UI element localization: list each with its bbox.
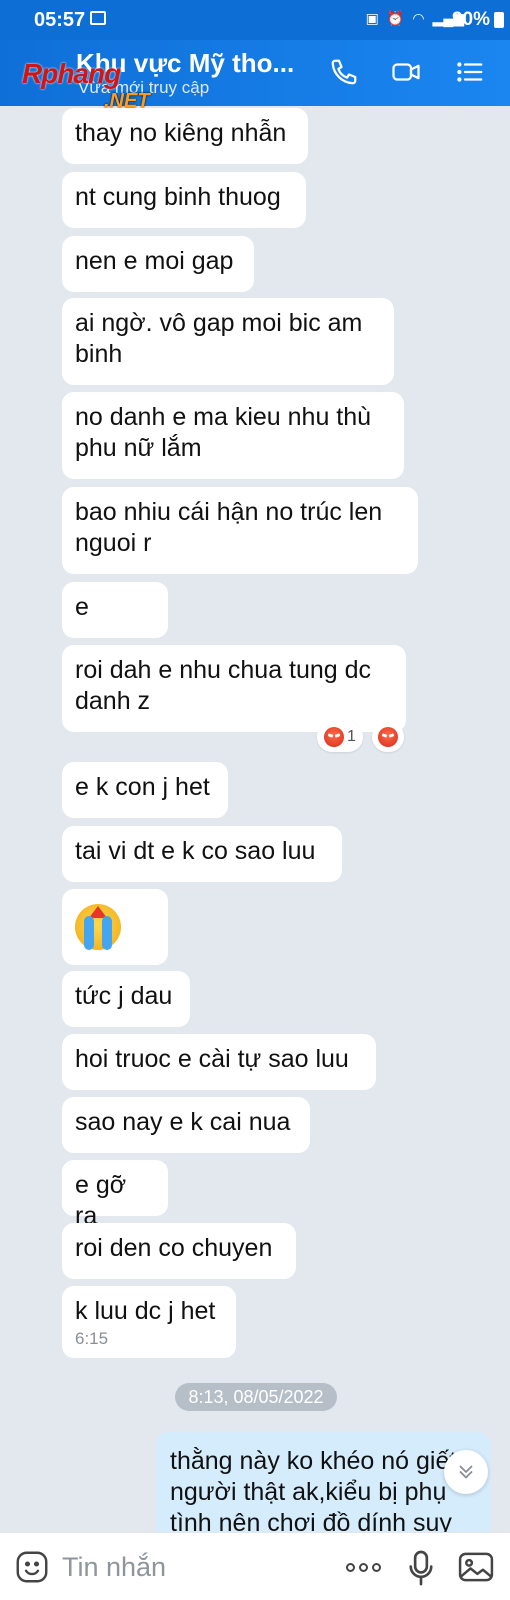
message-text: hoi truoc e cài tự sao luu bbox=[75, 1045, 349, 1073]
message-time: 6:15 bbox=[75, 1329, 109, 1348]
message-bubble[interactable]: ai ngờ. vô gap moi bic am binh bbox=[62, 298, 394, 385]
message-text: tai vi dt e k co sao luu bbox=[75, 837, 316, 865]
status-bar: 05:57 ▣ ⏰ ◠ ▂▄▆ 90% bbox=[0, 0, 510, 40]
outgoing-message-bubble[interactable]: thằng này ko khéo nó giết người thật ak,… bbox=[156, 1432, 490, 1532]
message-bubble[interactable]: nt cung binh thuog bbox=[62, 172, 306, 228]
message-bubble[interactable]: nen e moi gap bbox=[62, 236, 254, 292]
image-icon[interactable] bbox=[458, 1551, 494, 1583]
message-text: thay no kiêng nhẫn bbox=[75, 119, 287, 147]
crying-face-icon bbox=[75, 904, 121, 950]
reaction-count: 1 bbox=[347, 728, 356, 745]
dot-icon bbox=[372, 1562, 381, 1572]
video-call-button[interactable] bbox=[386, 52, 426, 92]
chat-header: Khu vực Mỹ tho... Vừa mới truy cập Rphan… bbox=[0, 40, 510, 112]
message-bubble[interactable]: e gỡ ra bbox=[62, 1160, 168, 1230]
message-text: no danh e ma kieu nhu thù phu nữ lắm bbox=[75, 403, 372, 462]
message-bubble[interactable]: k luu dc j het 6:15 bbox=[62, 1286, 236, 1358]
battery-icon bbox=[494, 12, 504, 28]
scroll-to-bottom-button[interactable] bbox=[444, 1450, 488, 1494]
reaction-badge[interactable]: 1 bbox=[317, 722, 363, 752]
message-text: roi den co chuyen bbox=[75, 1234, 273, 1262]
gallery-notification-icon bbox=[90, 11, 106, 25]
status-time: 05:57 bbox=[34, 9, 86, 31]
message-bubble[interactable]: roi dah e nhu chua tung dc danh z bbox=[62, 645, 406, 732]
more-options-button[interactable] bbox=[346, 1555, 386, 1579]
message-bubble[interactable]: e k con j het bbox=[62, 762, 228, 818]
sticker-bubble[interactable] bbox=[62, 889, 168, 965]
message-text: e gỡ ra bbox=[75, 1171, 127, 1230]
message-bubble[interactable]: tai vi dt e k co sao luu bbox=[62, 826, 342, 882]
list-menu-icon bbox=[457, 62, 483, 82]
menu-button[interactable] bbox=[450, 52, 490, 92]
message-bubble[interactable]: roi den co chuyen bbox=[62, 1223, 296, 1279]
message-input-bar bbox=[0, 1532, 510, 1600]
double-chevron-down-icon bbox=[459, 1465, 473, 1479]
message-text: roi dah e nhu chua tung dc danh z bbox=[75, 656, 372, 715]
dot-icon bbox=[359, 1562, 368, 1572]
message-bubble[interactable]: hoi truoc e cài tự sao luu bbox=[62, 1034, 376, 1090]
message-text: bao nhiu cái hận no trúc len nguoi r bbox=[75, 498, 383, 557]
add-reaction-button[interactable] bbox=[372, 722, 404, 752]
microphone-icon[interactable] bbox=[406, 1549, 436, 1587]
message-text: k luu dc j het bbox=[75, 1297, 216, 1325]
message-text: sao nay e k cai nua bbox=[75, 1108, 291, 1136]
message-bubble[interactable]: sao nay e k cai nua bbox=[62, 1097, 310, 1153]
message-text: e k con j het bbox=[75, 773, 210, 801]
watermark-logo: Rphang bbox=[22, 58, 121, 89]
call-button[interactable] bbox=[324, 52, 364, 92]
message-input[interactable] bbox=[62, 1547, 342, 1587]
wifi-icon: ◠ bbox=[412, 10, 425, 26]
emoji-icon[interactable] bbox=[14, 1549, 50, 1585]
message-bubble[interactable]: no danh e ma kieu nhu thù phu nữ lắm bbox=[62, 392, 404, 479]
dot-icon bbox=[346, 1562, 355, 1572]
angry-face-icon bbox=[324, 727, 345, 747]
message-bubble[interactable]: thay no kiêng nhẫn bbox=[62, 108, 308, 164]
message-bubble[interactable]: tức j dau bbox=[62, 971, 190, 1027]
battery-percent: 90% bbox=[451, 9, 490, 30]
message-text: nt cung binh thuog bbox=[75, 183, 281, 211]
phone-icon bbox=[331, 59, 357, 85]
sim-icon: ▣ bbox=[365, 10, 379, 26]
message-text: thằng này ko khéo nó giết người thật ak,… bbox=[170, 1447, 457, 1532]
message-bubble[interactable]: bao nhiu cái hận no trúc len nguoi r bbox=[62, 487, 418, 574]
angry-face-icon bbox=[378, 727, 398, 747]
date-separator: 8:13, 08/05/2022 bbox=[175, 1383, 337, 1411]
message-text: ai ngờ. vô gap moi bic am binh bbox=[75, 309, 363, 368]
alarm-icon: ⏰ bbox=[386, 10, 405, 26]
message-text: e bbox=[75, 593, 89, 621]
status-icons: ▣ ⏰ ◠ ▂▄▆ bbox=[366, 10, 464, 27]
video-camera-icon bbox=[392, 63, 420, 81]
message-text: nen e moi gap bbox=[75, 247, 234, 275]
message-text: tức j dau bbox=[75, 982, 173, 1010]
message-bubble[interactable]: e bbox=[62, 582, 168, 638]
